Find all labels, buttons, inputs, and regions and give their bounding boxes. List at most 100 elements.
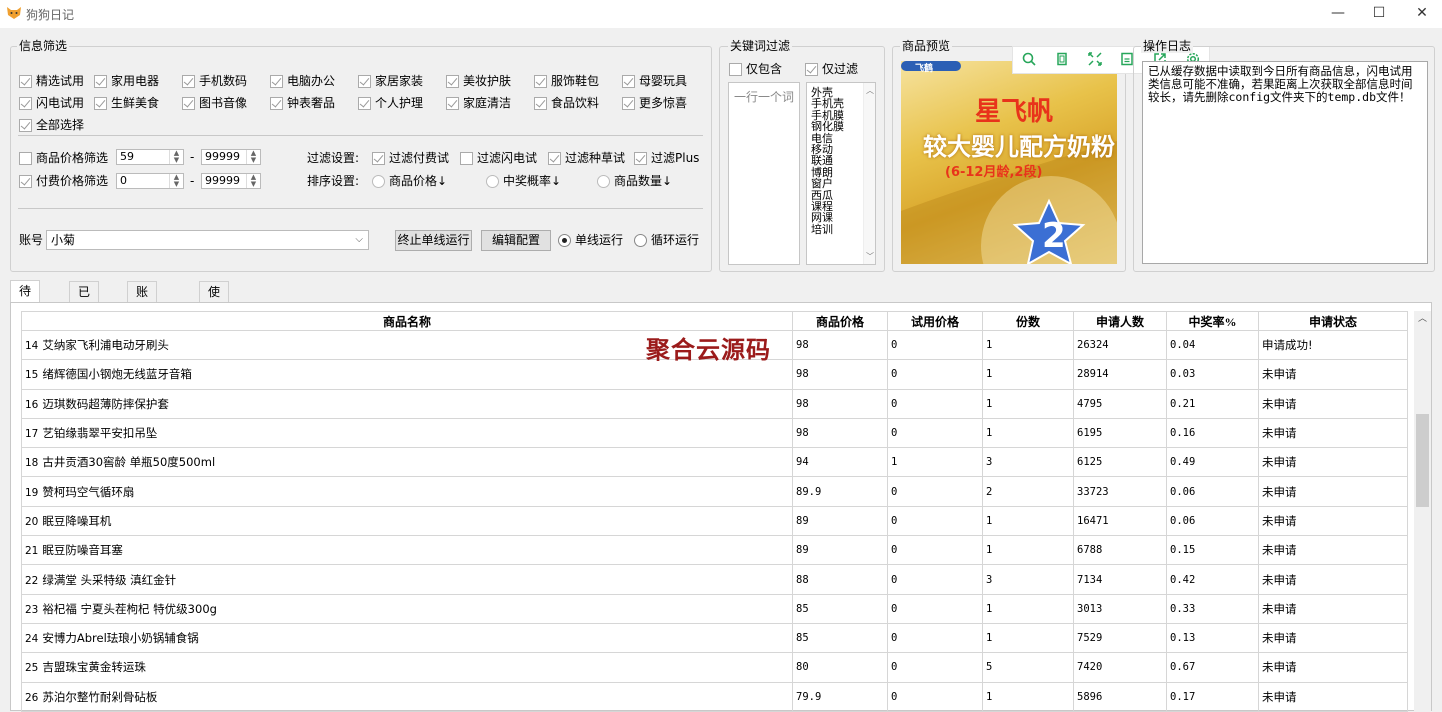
only-filter-checkbox[interactable]: 仅过滤: [805, 62, 858, 76]
paid-min-input[interactable]: 0 ▲ ▼: [116, 173, 184, 189]
tab-selected[interactable]: 已中选: [69, 281, 100, 339]
apply-cell: 26324: [1073, 329, 1167, 361]
paid-filter-checkbox[interactable]: 付费价格筛选: [19, 174, 108, 188]
category-checkbox[interactable]: 家居家装: [358, 74, 423, 88]
checkbox-box[interactable]: [270, 74, 283, 88]
sort-option-radio[interactable]: 商品数量↓: [597, 174, 672, 188]
table-row[interactable]: 24 安博力Abrel珐琅小奶锅辅食锅 85 0 1 7529 0.13 未申请: [21, 622, 1408, 654]
table-row[interactable]: 20 眠豆降噪耳机 89 0 1 16471 0.06 未申请: [21, 505, 1408, 537]
category-checkbox[interactable]: 生鲜美食: [94, 96, 159, 110]
table-row[interactable]: 23 裕杞福 宁夏头茬枸杞 特优级300g 85 0 1 3013 0.33 未申请: [21, 593, 1408, 624]
checkbox-box[interactable]: [534, 96, 547, 110]
filter-setting-checkbox[interactable]: 过滤种草试: [548, 151, 625, 165]
account-select[interactable]: 小菊 ⌵: [46, 230, 369, 250]
filter-setting-checkbox[interactable]: 过滤Plus: [634, 151, 699, 165]
paid-max-input[interactable]: 99999 ▲ ▼: [201, 173, 261, 189]
checkbox-box[interactable]: [182, 74, 195, 88]
sort-option-radio[interactable]: 中奖概率↓: [486, 174, 561, 188]
run-mode-radio[interactable]: 单线运行: [558, 233, 623, 247]
category-checkbox[interactable]: 电脑办公: [270, 74, 335, 88]
tab-pending[interactable]: 待申请: [10, 280, 41, 338]
only-include-checkbox[interactable]: 仅包含: [729, 62, 782, 76]
expand-icon[interactable]: [1087, 52, 1103, 68]
keyword-item[interactable]: 窗户: [811, 178, 844, 190]
price-max-input[interactable]: 99999 ▲ ▼: [201, 149, 261, 165]
price-filter-checkbox[interactable]: 商品价格筛选: [19, 151, 108, 165]
sort-option-radio[interactable]: 商品价格↓: [372, 174, 447, 188]
checkbox-box[interactable]: [358, 74, 371, 88]
category-checkbox[interactable]: 手机数码: [182, 74, 247, 88]
qty-cell: 1: [982, 622, 1074, 654]
operation-log[interactable]: 已从缓存数据中读取到今日所有商品信息，闪电试用类信息可能不准确，若果距离上次获取…: [1142, 61, 1428, 264]
category-checkbox[interactable]: 食品饮料: [534, 96, 599, 110]
checkbox-box[interactable]: [622, 74, 635, 88]
checkbox-box[interactable]: [446, 74, 459, 88]
table-row[interactable]: 22 绿满堂 头采特级 滇红金针 88 0 3 7134 0.42 未申请: [21, 564, 1408, 595]
edit-config-button[interactable]: 编辑配置: [481, 230, 551, 251]
filter-setting-checkbox[interactable]: 过滤闪电试: [460, 151, 537, 165]
category-checkbox[interactable]: 钟表奢品: [270, 96, 335, 110]
apply-cell: 5896: [1073, 681, 1167, 712]
column-header[interactable]: 试用价格: [887, 311, 983, 331]
category-checkbox[interactable]: 服饰鞋包: [534, 74, 599, 88]
tab-instructions[interactable]: 使用说明: [199, 281, 230, 359]
category-checkbox[interactable]: 美妆护肤: [446, 74, 511, 88]
table-row[interactable]: 16 迈琪数码超薄防摔保护套 98 0 1 4795 0.21 未申请: [21, 388, 1408, 419]
keyword-input[interactable]: 一行一个词: [728, 82, 800, 265]
checkbox-box[interactable]: [94, 74, 107, 88]
scroll-thumb[interactable]: [1416, 414, 1429, 507]
table-row[interactable]: 26 苏泊尔整竹耐剁骨砧板 79.9 0 1 5896 0.17 未申请: [21, 681, 1408, 712]
table-header-row: 商品名称 商品价格 试用价格 份数 申请人数 中奖率% 申请状态: [21, 311, 1408, 331]
checkbox-box[interactable]: [270, 96, 283, 110]
table-row[interactable]: 21 眠豆防噪音耳塞 89 0 1 6788 0.15 未申请: [21, 535, 1408, 566]
category-checkbox[interactable]: 个人护理: [358, 96, 423, 110]
filter-setting-checkbox[interactable]: 过滤付费试: [372, 151, 449, 165]
category-checkbox[interactable]: 图书音像: [182, 96, 247, 110]
keyword-scrollbar[interactable]: ︿ ﹀: [863, 83, 875, 264]
category-checkbox[interactable]: 家用电器: [94, 74, 159, 88]
table-row[interactable]: 17 艺铂缘翡翠平安扣吊坠 98 0 1 6195 0.16 未申请: [21, 417, 1408, 449]
checkbox-box[interactable]: [182, 96, 195, 110]
column-header[interactable]: 申请状态: [1258, 311, 1408, 331]
checkbox-box[interactable]: [358, 96, 371, 110]
tab-account-manage[interactable]: 账号管理: [127, 281, 158, 359]
checkbox-box[interactable]: [19, 96, 32, 110]
checkbox-box[interactable]: [94, 96, 107, 110]
minimize-button[interactable]: —: [1318, 2, 1358, 26]
checkbox-box[interactable]: [622, 96, 635, 110]
trial-cell: 0: [887, 652, 983, 683]
checkbox-box[interactable]: [446, 96, 459, 110]
column-header[interactable]: 份数: [982, 311, 1074, 331]
search-icon[interactable]: [1021, 52, 1037, 68]
category-checkbox[interactable]: 全部选择: [19, 118, 84, 132]
keyword-item[interactable]: 钢化膜: [811, 121, 844, 133]
trial-cell: 0: [887, 681, 983, 712]
keyword-list[interactable]: 外壳 手机壳 手机膜 钢化膜 电信 移动 联通 博朗 窗户 西瓜 课程 网课 培训 ︿ ﹀: [806, 82, 876, 265]
checkbox-box[interactable]: [19, 118, 32, 132]
price-min-input[interactable]: 59 ▲ ▼: [116, 149, 184, 165]
column-header[interactable]: 商品价格: [792, 311, 888, 331]
category-checkbox[interactable]: 母婴玩具: [622, 74, 687, 88]
rate-cell: 0.49: [1166, 447, 1259, 478]
column-header[interactable]: 中奖率%: [1166, 311, 1259, 331]
category-checkbox[interactable]: 精选试用: [19, 74, 84, 88]
stop-single-run-button[interactable]: 终止单线运行: [395, 230, 472, 251]
column-header[interactable]: 商品名称: [21, 311, 793, 331]
maximize-button[interactable]: ☐: [1359, 2, 1399, 26]
close-button[interactable]: ✕: [1402, 2, 1442, 26]
checkbox-box[interactable]: [19, 74, 32, 88]
copy-icon[interactable]: [1054, 52, 1070, 68]
table-row[interactable]: 19 赞柯玛空气循环扇 89.9 0 2 33723 0.06 未申请: [21, 476, 1408, 507]
rate-cell: 0.17: [1166, 681, 1259, 712]
scroll-up-icon[interactable]: ︿: [1418, 311, 1427, 324]
category-checkbox[interactable]: 更多惊喜: [622, 96, 687, 110]
table-row[interactable]: 25 吉盟珠宝黄金转运珠 80 0 5 7420 0.67 未申请: [21, 652, 1408, 683]
keyword-item[interactable]: 培训: [811, 223, 844, 235]
category-checkbox[interactable]: 闪电试用: [19, 96, 84, 110]
column-header[interactable]: 申请人数: [1073, 311, 1167, 331]
category-checkbox[interactable]: 家庭清洁: [446, 96, 511, 110]
checkbox-box[interactable]: [534, 74, 547, 88]
table-row[interactable]: 18 古井贡酒30窖龄 单瓶50度500ml 94 1 3 6125 0.49 未申请: [21, 447, 1408, 478]
table-scrollbar[interactable]: ︿: [1414, 311, 1431, 711]
run-mode-radio[interactable]: 循环运行: [634, 233, 699, 247]
